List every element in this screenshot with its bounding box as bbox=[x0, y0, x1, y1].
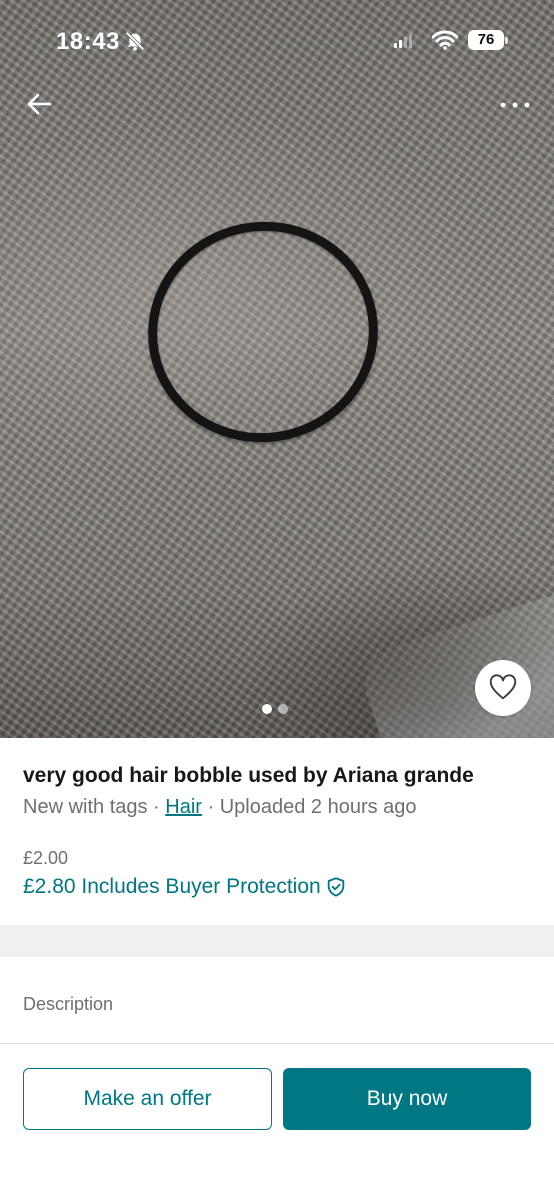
section-divider bbox=[0, 925, 554, 957]
carousel-dot[interactable] bbox=[278, 704, 288, 714]
more-horizontal-icon bbox=[500, 102, 530, 108]
category-link[interactable]: Hair bbox=[165, 796, 202, 818]
arrow-left-icon bbox=[27, 93, 52, 115]
wifi-icon bbox=[432, 30, 458, 50]
item-price: £2.00 bbox=[23, 848, 69, 868]
photo-carousel-indicator bbox=[262, 704, 288, 716]
signal-icon bbox=[394, 34, 412, 48]
battery-icon: 76 bbox=[468, 30, 508, 50]
item-photo[interactable] bbox=[0, 0, 554, 738]
meta-separator: · bbox=[201, 796, 220, 818]
buyer-protection-label: £2.80 Includes Buyer Protection bbox=[23, 875, 321, 898]
upload-time: Uploaded 2 hours ago bbox=[219, 796, 417, 818]
photo-fabric-fold bbox=[355, 584, 554, 738]
divider-line bbox=[0, 1043, 554, 1044]
more-options-button[interactable] bbox=[498, 96, 532, 114]
back-button[interactable] bbox=[24, 88, 56, 120]
make-offer-button[interactable]: Make an offer bbox=[23, 1068, 272, 1130]
heart-icon bbox=[489, 674, 517, 700]
item-meta: New with tags · Hair · Uploaded 2 hours … bbox=[23, 796, 417, 819]
favourite-button[interactable] bbox=[475, 660, 531, 716]
status-time: 18:43 bbox=[56, 28, 120, 55]
status-bar: 18:43 76 bbox=[0, 0, 554, 80]
buy-now-button[interactable]: Buy now bbox=[283, 1068, 531, 1130]
bell-off-icon bbox=[125, 31, 145, 51]
carousel-dot-active[interactable] bbox=[262, 704, 272, 714]
item-condition: New with tags bbox=[23, 796, 148, 818]
shield-check-icon bbox=[327, 877, 344, 897]
item-title: very good hair bobble used by Ariana gra… bbox=[23, 764, 474, 787]
meta-separator: · bbox=[147, 796, 166, 818]
photo-hair-bobble bbox=[130, 203, 396, 461]
description-heading: Description bbox=[23, 994, 114, 1014]
buyer-protection-price[interactable]: £2.80 Includes Buyer Protection bbox=[23, 875, 347, 899]
